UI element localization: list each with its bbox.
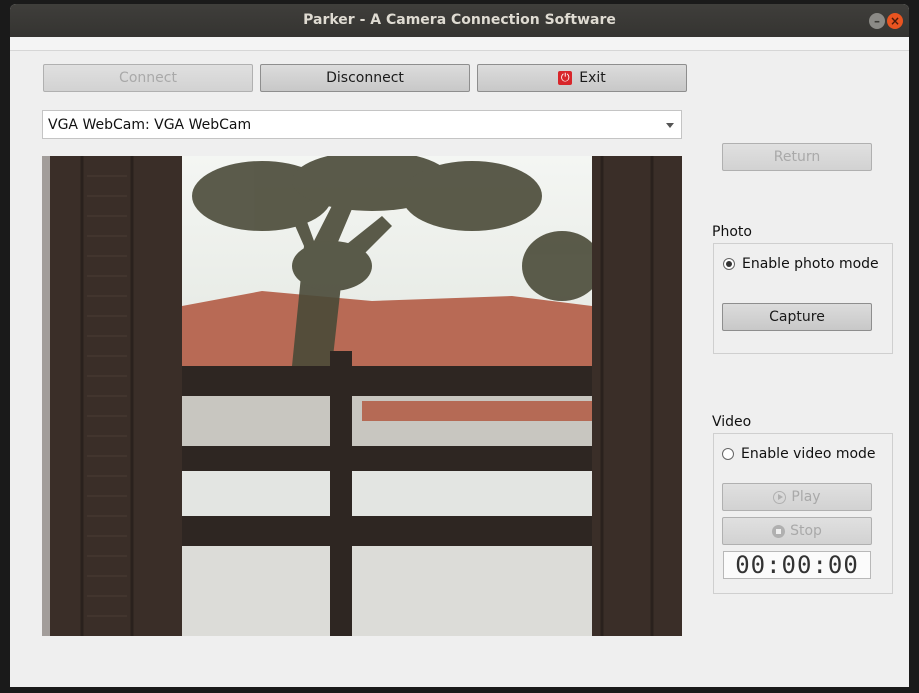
title-bar[interactable]: Parker - A Camera Connection Software – … (10, 4, 909, 38)
exit-button[interactable]: ⏻ Exit (477, 64, 687, 92)
stop-button[interactable]: Stop (722, 517, 872, 545)
radio-checked-icon (723, 258, 735, 270)
video-group-title: Video (712, 414, 752, 430)
power-icon: ⏻ (558, 71, 573, 85)
camera-preview (42, 156, 682, 636)
photo-group-title: Photo (712, 224, 752, 240)
connect-label: Connect (119, 70, 177, 86)
close-button[interactable]: × (887, 13, 903, 29)
minimize-icon: – (874, 14, 880, 28)
capture-button[interactable]: Capture (722, 303, 872, 331)
window-title: Parker - A Camera Connection Software (303, 12, 616, 28)
radio-unchecked-icon (722, 448, 734, 460)
disconnect-button[interactable]: Disconnect (260, 64, 470, 92)
return-label: Return (773, 149, 821, 165)
main-window: Parker - A Camera Connection Software – … (10, 4, 909, 687)
connect-button[interactable]: Connect (43, 64, 253, 92)
disconnect-label: Disconnect (326, 70, 404, 86)
play-circle-icon (773, 490, 787, 504)
play-button[interactable]: Play (722, 483, 872, 511)
camera-select[interactable]: VGA WebCam: VGA WebCam (42, 110, 682, 139)
camera-select-value: VGA WebCam: VGA WebCam (48, 117, 252, 133)
video-timer: 00:00:00 (723, 551, 871, 579)
close-icon: × (889, 14, 901, 28)
return-button[interactable]: Return (722, 143, 872, 171)
play-label: Play (791, 489, 821, 505)
chevron-down-icon (666, 123, 674, 128)
capture-label: Capture (769, 309, 825, 325)
exit-label: Exit (579, 70, 606, 86)
enable-photo-mode-label: Enable photo mode (742, 256, 879, 272)
stop-label: Stop (790, 523, 822, 539)
menu-bar (10, 37, 909, 51)
enable-video-mode-label: Enable video mode (741, 446, 876, 462)
minimize-button[interactable]: – (869, 13, 885, 29)
stop-circle-icon (772, 524, 786, 538)
enable-photo-mode-radio[interactable]: Enable photo mode (723, 256, 879, 272)
enable-video-mode-radio[interactable]: Enable video mode (722, 446, 876, 462)
